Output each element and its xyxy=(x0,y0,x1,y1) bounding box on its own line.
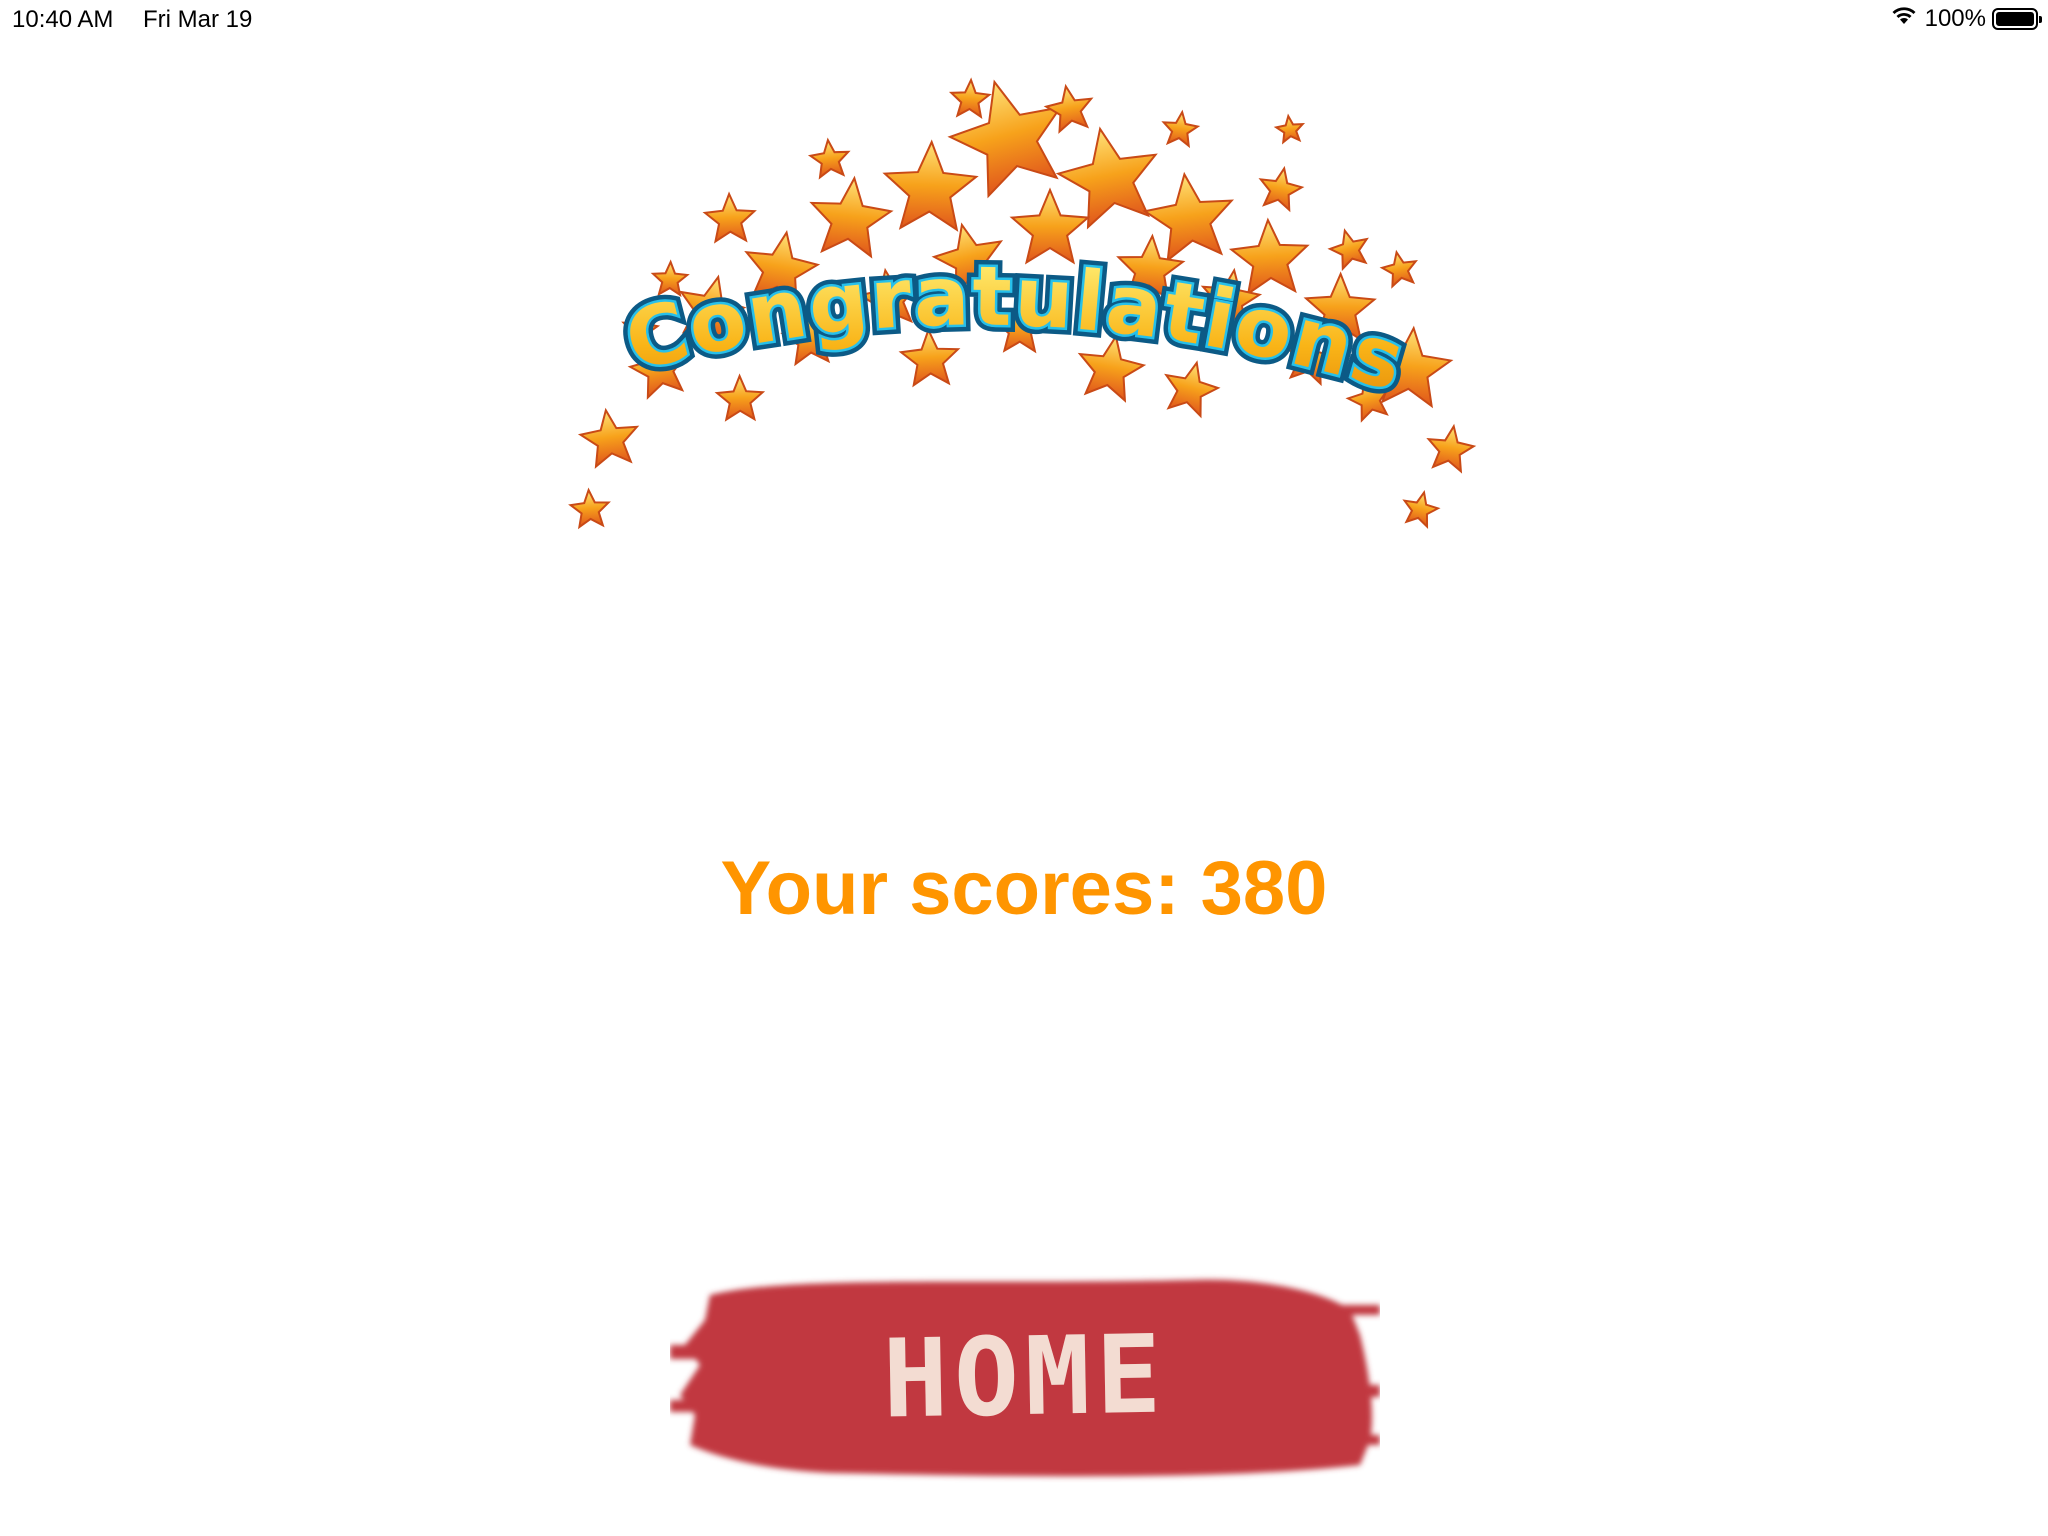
status-indicators: 100% xyxy=(1889,4,2042,33)
star-icon xyxy=(1402,489,1441,530)
star-icon xyxy=(948,77,992,119)
score-label: Your scores: 380 xyxy=(720,846,1328,931)
home-button-label: HOME xyxy=(881,1312,1169,1443)
star-icon xyxy=(1426,423,1477,474)
star-icon xyxy=(1379,249,1418,289)
status-date: Fri Mar 19 xyxy=(143,6,253,33)
star-icon xyxy=(577,407,640,469)
battery-icon xyxy=(1992,7,2042,30)
star-icon xyxy=(568,487,611,530)
home-button[interactable]: HOME xyxy=(670,1265,1380,1490)
congratulations-banner: Congratulations Congratulations xyxy=(550,70,1510,540)
star-icon xyxy=(702,191,757,244)
battery-percent: 100% xyxy=(1924,4,1986,32)
star-icon xyxy=(882,139,979,232)
star-icon xyxy=(1258,165,1305,213)
star-icon xyxy=(1161,109,1201,149)
status-time: 10:40 AM xyxy=(12,6,114,33)
star-icon xyxy=(809,175,894,259)
star-icon xyxy=(714,373,766,422)
star-icon xyxy=(807,137,851,180)
star-icon xyxy=(1273,113,1306,145)
star-icon xyxy=(1043,83,1094,134)
star-icon xyxy=(1327,228,1369,272)
wifi-icon xyxy=(1889,4,1919,33)
status-bar: 10:40 AM Fri Mar 19 100% xyxy=(0,0,2048,40)
